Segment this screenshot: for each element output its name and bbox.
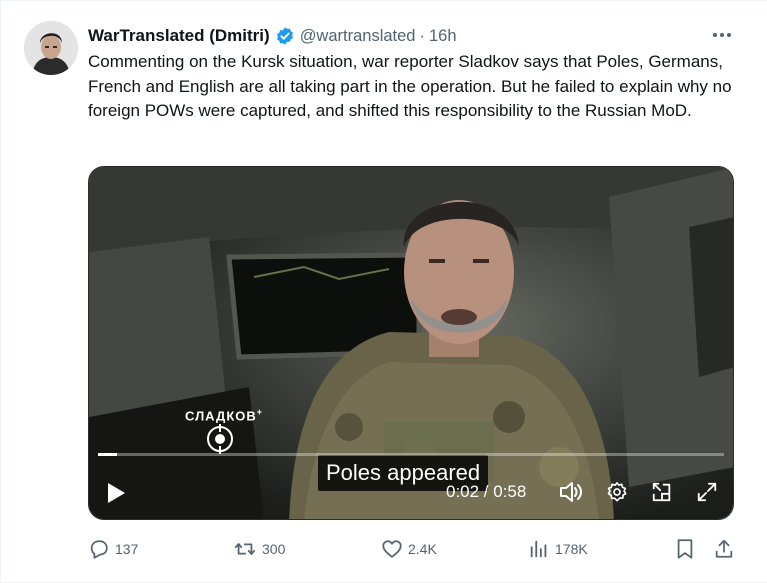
watermark-text: СЛАДКОВ+ bbox=[185, 407, 263, 423]
tweet-text: Commenting on the Kursk situation, war r… bbox=[88, 52, 732, 121]
reply-button[interactable]: 137 bbox=[88, 537, 138, 561]
crosshair-logo-icon bbox=[207, 424, 233, 454]
play-icon bbox=[108, 483, 125, 503]
avatar[interactable] bbox=[24, 21, 78, 75]
repost-icon bbox=[234, 543, 256, 555]
like-button[interactable]: 2.4K bbox=[381, 537, 437, 561]
bookmark-button[interactable] bbox=[674, 537, 696, 561]
author-handle[interactable]: @wartranslated bbox=[300, 27, 416, 46]
avatar-image bbox=[24, 21, 78, 75]
play-button[interactable] bbox=[102, 480, 130, 506]
tweet-card[interactable]: WarTranslated (Dmitri) @wartranslated · … bbox=[0, 0, 767, 583]
views-count: 178K bbox=[555, 541, 588, 557]
video-progress-bar[interactable] bbox=[98, 453, 724, 456]
tweet-action-bar: 137 300 2.4K 178K bbox=[88, 537, 738, 561]
volume-button[interactable] bbox=[558, 480, 584, 504]
reply-count: 137 bbox=[115, 541, 139, 557]
channel-watermark: СЛАДКОВ+ bbox=[185, 407, 269, 457]
video-settings-button[interactable] bbox=[604, 480, 630, 504]
video-progress-fill bbox=[98, 453, 117, 456]
share-button[interactable] bbox=[713, 537, 735, 561]
verified-badge-icon[interactable] bbox=[275, 26, 295, 46]
author-display-name[interactable]: WarTranslated (Dmitri) bbox=[88, 26, 270, 46]
more-dots-icon bbox=[713, 33, 731, 37]
repost-button[interactable]: 300 bbox=[233, 537, 285, 561]
header-separator: · bbox=[419, 26, 426, 45]
views-chart-icon bbox=[530, 540, 547, 558]
tweet-timestamp[interactable]: 16h bbox=[429, 27, 457, 46]
volume-icon bbox=[560, 482, 582, 502]
bookmark-icon bbox=[677, 539, 693, 559]
watermark-name: СЛАДКОВ bbox=[185, 408, 257, 424]
repost-count: 300 bbox=[262, 541, 286, 557]
more-options-button[interactable] bbox=[706, 25, 738, 45]
popout-icon bbox=[652, 482, 671, 502]
like-count: 2.4K bbox=[408, 541, 437, 557]
share-icon bbox=[715, 539, 733, 558]
tweet-header: WarTranslated (Dmitri) @wartranslated · … bbox=[88, 25, 457, 47]
video-timecode: 0:02 / 0:58 bbox=[446, 482, 527, 501]
popout-button[interactable] bbox=[649, 480, 675, 504]
settings-gear-icon bbox=[607, 482, 627, 502]
reply-icon bbox=[90, 540, 108, 559]
fullscreen-icon bbox=[697, 482, 717, 502]
fullscreen-button[interactable] bbox=[694, 480, 720, 504]
views-button[interactable]: 178K bbox=[528, 537, 588, 561]
watermark-plus: + bbox=[256, 407, 264, 417]
heart-icon bbox=[382, 540, 402, 558]
